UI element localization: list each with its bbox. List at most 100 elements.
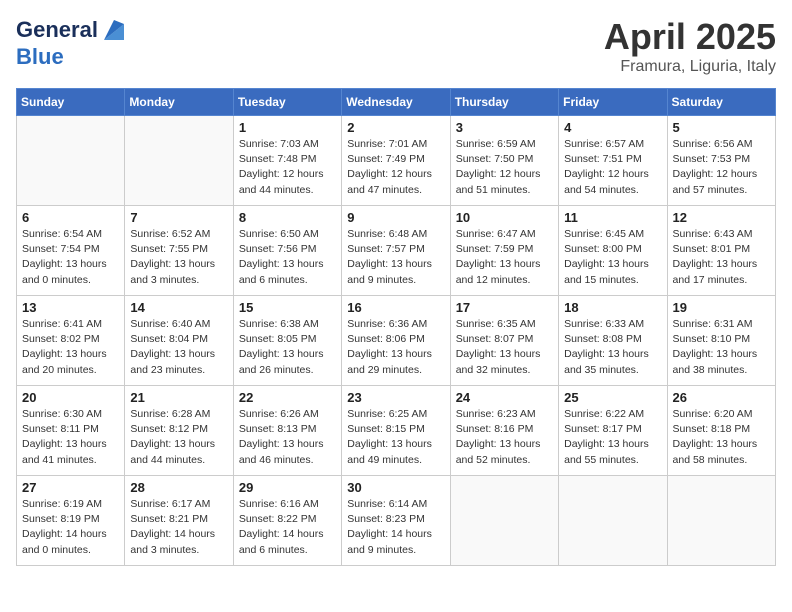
- calendar-day-cell: [125, 116, 233, 206]
- day-number: 25: [564, 390, 661, 405]
- location-subtitle: Framura, Liguria, Italy: [604, 58, 776, 76]
- calendar-day-cell: 8 Sunrise: 6:50 AM Sunset: 7:56 PM Daylig…: [233, 206, 341, 296]
- weekday-header: Tuesday: [233, 89, 341, 116]
- day-info: Sunrise: 6:16 AM Sunset: 8:22 PM Dayligh…: [239, 497, 336, 558]
- day-number: 23: [347, 390, 444, 405]
- calendar-day-cell: 4 Sunrise: 6:57 AM Sunset: 7:51 PM Daylig…: [559, 116, 667, 206]
- calendar-day-cell: 5 Sunrise: 6:56 AM Sunset: 7:53 PM Daylig…: [667, 116, 775, 206]
- day-info: Sunrise: 7:03 AM Sunset: 7:48 PM Dayligh…: [239, 137, 336, 198]
- day-info: Sunrise: 6:43 AM Sunset: 8:01 PM Dayligh…: [673, 227, 770, 288]
- weekday-header: Friday: [559, 89, 667, 116]
- calendar-day-cell: 22Sunrise: 6:26 AM Sunset: 8:13 PM Dayli…: [233, 386, 341, 476]
- day-info: Sunrise: 6:30 AM Sunset: 8:11 PM Dayligh…: [22, 407, 119, 468]
- day-number: 21: [130, 390, 227, 405]
- calendar-day-cell: 11 Sunrise: 6:45 AM Sunset: 8:00 PM Dayli…: [559, 206, 667, 296]
- day-number: 14: [130, 300, 227, 315]
- calendar-day-cell: [667, 476, 775, 566]
- day-number: 18: [564, 300, 661, 315]
- weekday-header: Wednesday: [342, 89, 450, 116]
- day-number: 12: [673, 210, 770, 225]
- day-info: Sunrise: 6:19 AM Sunset: 8:19 PM Dayligh…: [22, 497, 119, 558]
- day-number: 5: [673, 120, 770, 135]
- day-info: Sunrise: 6:45 AM Sunset: 8:00 PM Dayligh…: [564, 227, 661, 288]
- day-number: 16: [347, 300, 444, 315]
- calendar-week-row: 1 Sunrise: 7:03 AM Sunset: 7:48 PM Daylig…: [17, 116, 776, 206]
- page-header: General Blue April 2025 Framura, Liguria…: [16, 16, 776, 76]
- day-number: 13: [22, 300, 119, 315]
- day-number: 10: [456, 210, 553, 225]
- calendar-week-row: 13 Sunrise: 6:41 AM Sunset: 8:02 PM Dayli…: [17, 296, 776, 386]
- calendar-day-cell: 21 Sunrise: 6:28 AM Sunset: 8:12 PM Dayli…: [125, 386, 233, 476]
- day-info: Sunrise: 6:28 AM Sunset: 8:12 PM Dayligh…: [130, 407, 227, 468]
- day-number: 27: [22, 480, 119, 495]
- calendar-week-row: 6 Sunrise: 6:54 AM Sunset: 7:54 PM Daylig…: [17, 206, 776, 296]
- day-number: 28: [130, 480, 227, 495]
- calendar-day-cell: 17 Sunrise: 6:35 AM Sunset: 8:07 PM Dayli…: [450, 296, 558, 386]
- day-number: 3: [456, 120, 553, 135]
- calendar-table: SundayMondayTuesdayWednesdayThursdayFrid…: [16, 88, 776, 566]
- day-number: 15: [239, 300, 336, 315]
- day-info: Sunrise: 6:57 AM Sunset: 7:51 PM Dayligh…: [564, 137, 661, 198]
- day-number: 2: [347, 120, 444, 135]
- day-info: Sunrise: 6:25 AM Sunset: 8:15 PM Dayligh…: [347, 407, 444, 468]
- calendar-day-cell: [450, 476, 558, 566]
- calendar-day-cell: 29 Sunrise: 6:16 AM Sunset: 8:22 PM Dayli…: [233, 476, 341, 566]
- weekday-header: Monday: [125, 89, 233, 116]
- month-title: April 2025: [604, 16, 776, 58]
- day-info: Sunrise: 6:54 AM Sunset: 7:54 PM Dayligh…: [22, 227, 119, 288]
- day-info: Sunrise: 6:40 AM Sunset: 8:04 PM Dayligh…: [130, 317, 227, 378]
- day-info: Sunrise: 6:17 AM Sunset: 8:21 PM Dayligh…: [130, 497, 227, 558]
- day-info: Sunrise: 6:52 AM Sunset: 7:55 PM Dayligh…: [130, 227, 227, 288]
- calendar-day-cell: 6 Sunrise: 6:54 AM Sunset: 7:54 PM Daylig…: [17, 206, 125, 296]
- calendar-week-row: 27 Sunrise: 6:19 AM Sunset: 8:19 PM Dayli…: [17, 476, 776, 566]
- day-number: 24: [456, 390, 553, 405]
- day-info: Sunrise: 6:56 AM Sunset: 7:53 PM Dayligh…: [673, 137, 770, 198]
- weekday-header: Saturday: [667, 89, 775, 116]
- calendar-day-cell: 14 Sunrise: 6:40 AM Sunset: 8:04 PM Dayli…: [125, 296, 233, 386]
- day-info: Sunrise: 6:23 AM Sunset: 8:16 PM Dayligh…: [456, 407, 553, 468]
- calendar-day-cell: 16 Sunrise: 6:36 AM Sunset: 8:06 PM Dayli…: [342, 296, 450, 386]
- calendar-day-cell: 9Sunrise: 6:48 AM Sunset: 7:57 PM Daylig…: [342, 206, 450, 296]
- day-info: Sunrise: 6:47 AM Sunset: 7:59 PM Dayligh…: [456, 227, 553, 288]
- calendar-day-cell: 1 Sunrise: 7:03 AM Sunset: 7:48 PM Daylig…: [233, 116, 341, 206]
- day-number: 30: [347, 480, 444, 495]
- day-number: 11: [564, 210, 661, 225]
- calendar-day-cell: 25Sunrise: 6:22 AM Sunset: 8:17 PM Dayli…: [559, 386, 667, 476]
- day-number: 4: [564, 120, 661, 135]
- day-number: 7: [130, 210, 227, 225]
- day-info: Sunrise: 7:01 AM Sunset: 7:49 PM Dayligh…: [347, 137, 444, 198]
- day-info: Sunrise: 6:41 AM Sunset: 8:02 PM Dayligh…: [22, 317, 119, 378]
- day-info: Sunrise: 6:38 AM Sunset: 8:05 PM Dayligh…: [239, 317, 336, 378]
- day-number: 26: [673, 390, 770, 405]
- day-number: 1: [239, 120, 336, 135]
- calendar-day-cell: 7 Sunrise: 6:52 AM Sunset: 7:55 PM Daylig…: [125, 206, 233, 296]
- calendar-day-cell: 28 Sunrise: 6:17 AM Sunset: 8:21 PM Dayli…: [125, 476, 233, 566]
- calendar-day-cell: 26 Sunrise: 6:20 AM Sunset: 8:18 PM Dayli…: [667, 386, 775, 476]
- day-number: 17: [456, 300, 553, 315]
- logo-general: General: [16, 17, 98, 43]
- day-info: Sunrise: 6:36 AM Sunset: 8:06 PM Dayligh…: [347, 317, 444, 378]
- weekday-header: Thursday: [450, 89, 558, 116]
- day-info: Sunrise: 6:31 AM Sunset: 8:10 PM Dayligh…: [673, 317, 770, 378]
- day-info: Sunrise: 6:50 AM Sunset: 7:56 PM Dayligh…: [239, 227, 336, 288]
- calendar-day-cell: 12 Sunrise: 6:43 AM Sunset: 8:01 PM Dayli…: [667, 206, 775, 296]
- logo-icon: [100, 16, 128, 44]
- calendar-day-cell: [559, 476, 667, 566]
- calendar-day-cell: 20Sunrise: 6:30 AM Sunset: 8:11 PM Dayli…: [17, 386, 125, 476]
- day-info: Sunrise: 6:20 AM Sunset: 8:18 PM Dayligh…: [673, 407, 770, 468]
- calendar-day-cell: [17, 116, 125, 206]
- day-number: 22: [239, 390, 336, 405]
- title-block: April 2025 Framura, Liguria, Italy: [604, 16, 776, 76]
- logo-blue: Blue: [16, 44, 64, 69]
- weekday-header-row: SundayMondayTuesdayWednesdayThursdayFrid…: [17, 89, 776, 116]
- day-number: 6: [22, 210, 119, 225]
- calendar-day-cell: 27 Sunrise: 6:19 AM Sunset: 8:19 PM Dayli…: [17, 476, 125, 566]
- day-number: 8: [239, 210, 336, 225]
- calendar-day-cell: 13 Sunrise: 6:41 AM Sunset: 8:02 PM Dayli…: [17, 296, 125, 386]
- day-number: 29: [239, 480, 336, 495]
- day-info: Sunrise: 6:59 AM Sunset: 7:50 PM Dayligh…: [456, 137, 553, 198]
- day-info: Sunrise: 6:35 AM Sunset: 8:07 PM Dayligh…: [456, 317, 553, 378]
- calendar-day-cell: 24 Sunrise: 6:23 AM Sunset: 8:16 PM Dayli…: [450, 386, 558, 476]
- calendar-day-cell: 18Sunrise: 6:33 AM Sunset: 8:08 PM Dayli…: [559, 296, 667, 386]
- calendar-day-cell: 10 Sunrise: 6:47 AM Sunset: 7:59 PM Dayli…: [450, 206, 558, 296]
